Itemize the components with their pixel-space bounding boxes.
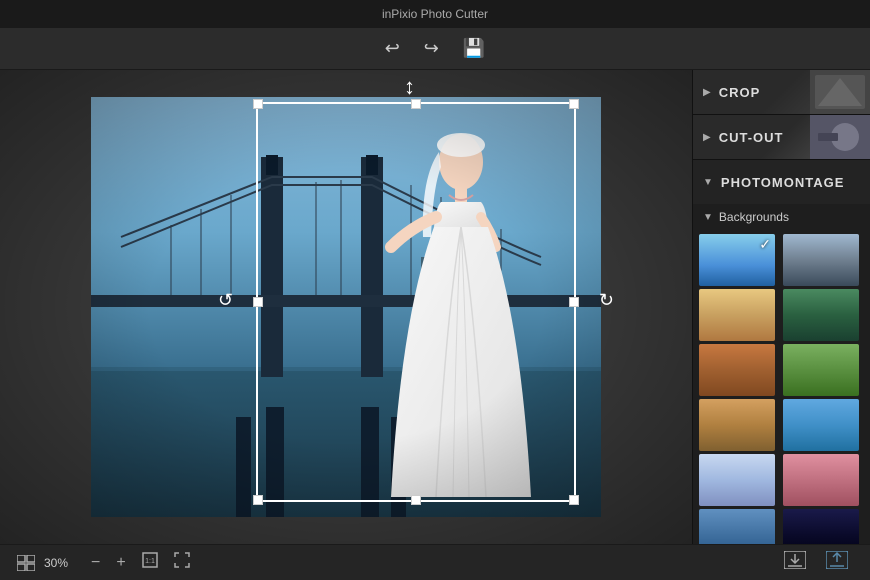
bride-figure bbox=[381, 117, 541, 507]
crop-arrow-icon: ▶ bbox=[703, 87, 711, 98]
right-panel: ▶ CROP ▶ CUT-OUT bbox=[692, 70, 870, 544]
save-file-button[interactable]: 💾 bbox=[457, 34, 491, 63]
backgrounds-arrow-icon: ▼ bbox=[703, 212, 713, 223]
thumbnail-5[interactable] bbox=[699, 344, 775, 396]
status-bar: 30% − + 1:1 bbox=[0, 544, 870, 580]
thumbnail-7[interactable] bbox=[699, 399, 775, 451]
crop-section: ▶ CROP bbox=[693, 70, 870, 115]
crop-label: CROP bbox=[719, 85, 761, 100]
title-bar: inPixio Photo Cutter bbox=[0, 0, 870, 28]
resize-right-icon[interactable]: ↻ bbox=[599, 290, 614, 311]
cutout-section: ▶ CUT-OUT bbox=[693, 115, 870, 160]
cutout-arrow-icon: ▶ bbox=[703, 132, 711, 143]
grid-icon bbox=[16, 555, 36, 571]
thumbnail-1[interactable] bbox=[699, 234, 775, 286]
main-area: ↕ ↺ ↻ ▶ CROP bbox=[0, 70, 870, 544]
redo-button[interactable]: ↪ bbox=[418, 34, 445, 63]
photomontage-header[interactable]: ▼ PHOTOMONTAGE bbox=[693, 160, 870, 204]
thumbnail-11[interactable] bbox=[699, 509, 775, 544]
thumbnail-12[interactable] bbox=[783, 509, 859, 544]
zoom-fit-button[interactable]: 1:1 bbox=[138, 550, 162, 575]
photomontage-label: PHOTOMONTAGE bbox=[721, 175, 844, 190]
svg-text:1:1: 1:1 bbox=[145, 558, 155, 565]
cutout-label: CUT-OUT bbox=[719, 130, 784, 145]
undo-button[interactable]: ↩ bbox=[379, 34, 406, 63]
thumbnail-8[interactable] bbox=[783, 399, 859, 451]
export-button[interactable] bbox=[820, 549, 854, 576]
image-container: ↕ ↺ ↻ bbox=[91, 97, 601, 517]
backgrounds-header[interactable]: ▼ Backgrounds bbox=[693, 204, 870, 230]
thumbnail-6[interactable] bbox=[783, 344, 859, 396]
toolbar: ↩ ↪ 💾 bbox=[0, 28, 870, 70]
canvas-area: ↕ ↺ ↻ bbox=[0, 70, 692, 544]
zoom-out-button[interactable]: − bbox=[87, 552, 104, 574]
thumbnail-9[interactable] bbox=[699, 454, 775, 506]
cutout-header[interactable]: ▶ CUT-OUT bbox=[693, 115, 870, 159]
photomontage-section: ▼ PHOTOMONTAGE ▼ Backgrounds bbox=[693, 160, 870, 544]
thumbnail-10[interactable] bbox=[783, 454, 859, 506]
cutout-bg-image bbox=[810, 115, 870, 159]
import-button[interactable] bbox=[778, 549, 812, 576]
photomontage-arrow-icon: ▼ bbox=[703, 177, 713, 188]
zoom-controls: 30% − + 1:1 bbox=[16, 550, 194, 575]
status-right-controls bbox=[778, 549, 854, 576]
backgrounds-label: Backgrounds bbox=[719, 210, 789, 224]
crop-header[interactable]: ▶ CROP bbox=[693, 70, 870, 114]
thumbnail-4[interactable] bbox=[783, 289, 859, 341]
zoom-level: 30% bbox=[44, 556, 79, 570]
thumbnail-2[interactable] bbox=[783, 234, 859, 286]
thumbnail-3[interactable] bbox=[699, 289, 775, 341]
zoom-fullscreen-button[interactable] bbox=[170, 550, 194, 575]
zoom-in-button[interactable]: + bbox=[112, 552, 129, 574]
app-title: inPixio Photo Cutter bbox=[382, 7, 488, 21]
thumbnails-grid bbox=[693, 230, 870, 544]
crop-bg-image bbox=[810, 70, 870, 114]
